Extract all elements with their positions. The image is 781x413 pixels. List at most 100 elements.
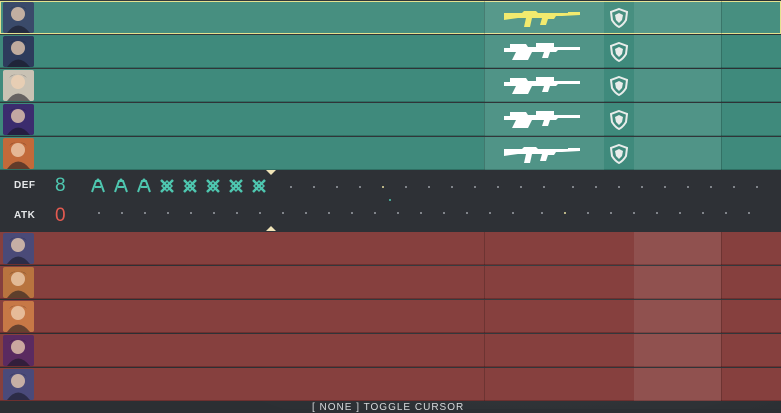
divider [721, 35, 722, 68]
round-dot [748, 212, 750, 214]
credits-cell [634, 69, 721, 102]
elimination-icon [205, 178, 221, 199]
round-dot [282, 212, 284, 214]
round-dot [328, 212, 330, 214]
divider [721, 368, 722, 401]
round-dot [213, 212, 215, 214]
player-row[interactable] [0, 137, 781, 170]
divider [721, 232, 722, 265]
divider [484, 35, 485, 68]
atk-score: 0 [55, 205, 66, 226]
player-row[interactable] [0, 1, 781, 34]
round-dot [428, 186, 430, 188]
round-dot [543, 186, 545, 188]
agent-portrait-icon [3, 335, 34, 366]
player-row[interactable] [0, 334, 781, 367]
divider [484, 232, 485, 265]
round-dot [121, 212, 123, 214]
round-dot [733, 186, 735, 188]
divider [721, 334, 722, 367]
elimination-icon [182, 178, 198, 199]
divider [721, 300, 722, 333]
round-dot [610, 212, 612, 214]
credits-cell [634, 1, 721, 34]
player-row[interactable] [0, 35, 781, 68]
round-dot [656, 212, 658, 214]
round-dot [167, 212, 169, 214]
agent-portrait-icon [3, 233, 34, 264]
divider [721, 103, 722, 136]
agent-portrait-icon [3, 301, 34, 332]
round-dot [190, 212, 192, 214]
round-dot [420, 212, 422, 214]
weapon-slot [484, 69, 604, 102]
round-dot [541, 212, 543, 214]
footer-hint: [ NONE ] TOGGLE CURSOR [312, 402, 465, 413]
weapon-slot [484, 103, 604, 136]
round-dot [679, 212, 681, 214]
credits-cell [634, 300, 721, 333]
credits-cell [634, 137, 721, 170]
shield-slot [604, 1, 634, 34]
divider [484, 334, 485, 367]
round-dot [305, 212, 307, 214]
round-dot [641, 186, 643, 188]
round-dot [351, 212, 353, 214]
elimination-icon [228, 178, 244, 199]
round-dot [512, 212, 514, 214]
player-row[interactable] [0, 69, 781, 102]
shield-slot [604, 137, 634, 170]
shield-slot [604, 103, 634, 136]
round-dot [405, 186, 407, 188]
atk-label: ATK [14, 210, 36, 221]
agent-portrait-icon [3, 2, 34, 33]
round-dot [474, 186, 476, 188]
divider [721, 266, 722, 299]
credits-cell [634, 232, 721, 265]
def-score: 8 [55, 175, 66, 196]
player-row[interactable] [0, 368, 781, 401]
caret-down-icon [266, 170, 276, 175]
round-dot [664, 186, 666, 188]
round-dot [443, 212, 445, 214]
elimination-icon [251, 178, 267, 199]
round-dot [374, 212, 376, 214]
player-row[interactable] [0, 232, 781, 265]
agent-portrait-icon [3, 138, 34, 169]
divider [484, 300, 485, 333]
round-timeline: DEF 8 ATK 0 [0, 170, 781, 233]
round-dot [687, 186, 689, 188]
weapon-slot [484, 1, 604, 34]
round-dot [313, 186, 315, 188]
round-dot [290, 186, 292, 188]
defuse-icon [113, 178, 129, 199]
player-row[interactable] [0, 300, 781, 333]
round-dot [466, 212, 468, 214]
divider [484, 1, 485, 34]
round-dot [520, 186, 522, 188]
divider [484, 103, 485, 136]
round-dot [756, 186, 758, 188]
divider [484, 266, 485, 299]
player-row[interactable] [0, 266, 781, 299]
round-dot [633, 212, 635, 214]
round-dot [572, 186, 574, 188]
divider [484, 368, 485, 401]
round-dot [382, 186, 384, 188]
round-dot [397, 212, 399, 214]
weapon-slot [484, 137, 604, 170]
agent-portrait-icon [3, 36, 34, 67]
divider [721, 137, 722, 170]
credits-cell [634, 334, 721, 367]
agent-portrait-icon [3, 267, 34, 298]
round-dot [702, 212, 704, 214]
credits-cell [634, 35, 721, 68]
round-dot [710, 186, 712, 188]
round-dot [389, 199, 391, 201]
round-dot [497, 186, 499, 188]
defuse-icon [136, 178, 152, 199]
round-dot [595, 186, 597, 188]
round-dot [489, 212, 491, 214]
round-dot [564, 212, 566, 214]
player-row[interactable] [0, 103, 781, 136]
